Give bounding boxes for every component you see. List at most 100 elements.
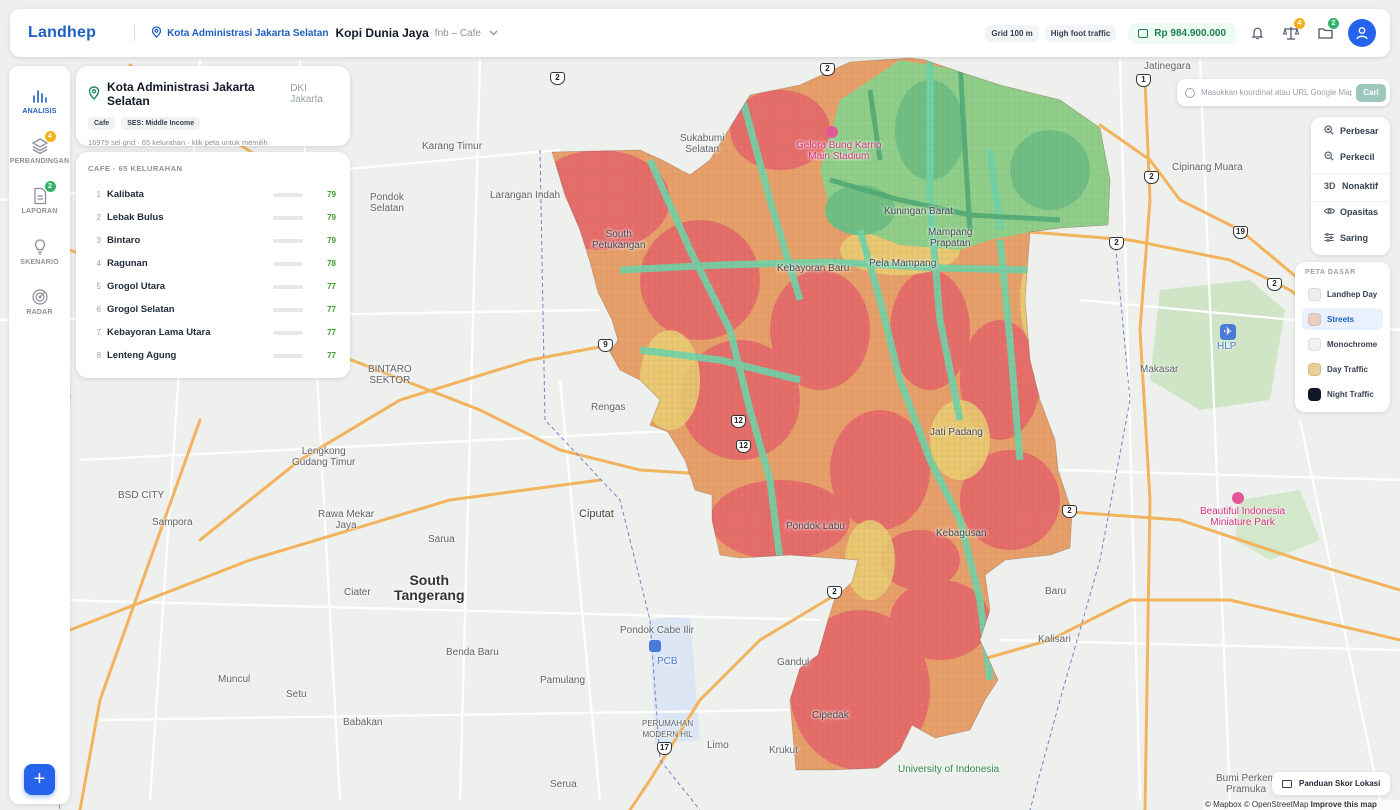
score-bar — [273, 353, 303, 358]
ranking-row[interactable]: 2 Lebak Bulus 79 — [88, 206, 338, 229]
ranking-row[interactable]: 1 Kalibata 79 — [88, 183, 338, 206]
stadium-pin-icon — [826, 126, 838, 138]
opacity-button[interactable]: Opasitas — [1311, 199, 1390, 225]
map-label: Gelora Bung Karno Main Stadium — [796, 140, 882, 162]
map-label: Beautiful Indonesia Miniature Park — [1200, 506, 1286, 528]
rail-item-label: ANALISIS — [22, 108, 57, 115]
ranking-score: 77 — [327, 351, 336, 360]
ranking-rank: 5 — [96, 282, 101, 291]
rail-item-radar[interactable]: RADAR — [9, 287, 70, 316]
coordinate-search: Cari — [1177, 79, 1390, 106]
add-button[interactable]: + — [24, 764, 55, 795]
score-bar — [273, 215, 303, 220]
road-shield: 2 — [1144, 171, 1159, 184]
ranking-score: 77 — [327, 328, 336, 337]
basemap-swatch — [1308, 387, 1321, 401]
road-shield: 2 — [820, 63, 835, 76]
basemap-option-label: Monochrome — [1327, 339, 1378, 349]
ranking-name: Kalibata — [107, 189, 144, 200]
map-label: BINTARO SEKTOR — [368, 364, 412, 386]
project-name[interactable]: Kopi Dunia Jaya — [335, 26, 428, 40]
grid-size-chip[interactable]: Grid 100 m — [985, 24, 1039, 42]
ranking-row[interactable]: 4 Ragunan 78 — [88, 252, 338, 275]
compare-badge: 4 — [1294, 18, 1305, 29]
map-label: South Tangerang — [394, 572, 465, 603]
improve-map-link[interactable]: Improve this map — [1311, 800, 1377, 809]
basemap-option[interactable]: Day Traffic — [1302, 358, 1383, 380]
user-avatar[interactable] — [1348, 19, 1376, 47]
basemap-option[interactable]: Monochrome — [1302, 333, 1383, 355]
zoom-in-button[interactable]: Perbesar — [1311, 118, 1390, 144]
ranking-score: 79 — [327, 236, 336, 245]
rail-badge: 2 — [44, 181, 56, 192]
ranking-card: CAFE · 65 KELURAHAN 1 Kalibata 79 2 Lebak Bu… — [76, 152, 350, 378]
ranking-score: 78 — [327, 259, 336, 268]
ranking-score: 79 — [327, 213, 336, 222]
3d-toggle-button[interactable]: 3D Nonaktif — [1311, 173, 1390, 199]
rail-item-perbandingan[interactable]: 4 PERBANDINGAN — [9, 131, 70, 165]
ranking-rank: 6 — [96, 305, 101, 314]
brand-logo[interactable]: Landhep — [28, 24, 96, 42]
traffic-chip[interactable]: High foot traffic — [1044, 24, 1117, 42]
basemap-option-label: Day Traffic — [1327, 364, 1368, 374]
ranking-name: Grogol Utara — [107, 281, 166, 292]
chevron-down-icon[interactable] — [489, 28, 498, 38]
rail-item-skenario[interactable]: SKENARIO — [9, 237, 70, 266]
compare-button[interactable]: 4 — [1278, 18, 1305, 46]
coordinate-search-input[interactable] — [1201, 88, 1352, 97]
folder-badge: 2 — [1328, 18, 1339, 29]
map-label: University of Indonesia — [898, 764, 1000, 775]
mapbox-attribution-link[interactable]: © Mapbox — [1205, 800, 1242, 809]
osm-attribution-link[interactable]: © OpenStreetMap — [1244, 800, 1309, 809]
zoom-out-label: Perkecil — [1340, 152, 1375, 162]
map-label: Gandul — [777, 657, 810, 668]
map-label: Ciater — [344, 587, 371, 598]
basemap-header: PETA DASAR — [1305, 269, 1356, 276]
map-label: Kebagusan — [936, 528, 987, 539]
notifications-button[interactable] — [1244, 20, 1270, 46]
score-guide-button[interactable]: Panduan Skor Lokasi — [1272, 772, 1390, 795]
ranking-row[interactable]: 5 Grogol Utara 77 — [88, 275, 338, 298]
filter-button[interactable]: Saring — [1311, 225, 1390, 251]
map-label: Benda Baru — [446, 647, 499, 658]
rail-badge: 4 — [44, 131, 56, 142]
ranking-list: 1 Kalibata 79 2 Lebak Bulus 79 3 Bintaro 79 4 Ragu… — [88, 183, 338, 367]
score-bar — [273, 192, 303, 197]
park-pin-icon — [1232, 492, 1244, 504]
rail-item-analisis[interactable]: ANALISIS — [9, 86, 70, 115]
ranking-rank: 1 — [96, 190, 101, 199]
ranking-name: Bintaro — [107, 235, 141, 246]
rail-item-label: RADAR — [26, 309, 53, 316]
folder-button[interactable]: 2 — [1312, 18, 1339, 46]
basemap-swatch — [1308, 362, 1321, 376]
basemap-option[interactable]: Streets — [1302, 308, 1383, 330]
ses-chip: SES: Middle Income — [121, 117, 201, 130]
zoom-out-button[interactable]: Perkecil — [1311, 144, 1390, 170]
balance-pill[interactable]: Rp 984.900.000 — [1128, 22, 1236, 44]
map-label: Kalisari — [1038, 634, 1071, 645]
ranking-row[interactable]: 8 Lenteng Agung 77 — [88, 344, 338, 367]
ranking-row[interactable]: 3 Bintaro 79 — [88, 229, 338, 252]
map-label: Bumi Perkem Pramuka — [1216, 773, 1277, 795]
left-rail: ANALISIS 4 PERBANDINGAN 2 LAPORAN SKENAR… — [9, 66, 70, 804]
category-chip: Cafe — [88, 117, 116, 130]
region-meta: 16979 sel grid · 65 kelurahan · klik pet… — [88, 138, 268, 147]
rail-item-laporan[interactable]: 2 LAPORAN — [9, 181, 70, 215]
location-selector[interactable]: Kota Administrasi Jakarta Selatan — [167, 28, 328, 39]
zoom-in-icon — [1324, 125, 1338, 137]
map-label: Mampang Prapatan — [928, 227, 973, 249]
document-icon: 2 — [30, 181, 56, 206]
score-bar — [273, 284, 303, 289]
score-bar — [273, 330, 303, 335]
ranking-row[interactable]: 7 Kebayoran Lama Utara 77 — [88, 321, 338, 344]
topbar-divider — [134, 25, 136, 41]
search-button[interactable]: Cari — [1356, 83, 1386, 102]
basemap-option-label: Streets — [1327, 314, 1355, 324]
ranking-row[interactable]: 6 Grogol Selatan 77 — [88, 298, 338, 321]
lightbulb-icon — [30, 237, 50, 257]
basemap-option[interactable]: Night Traffic — [1302, 383, 1383, 405]
ranking-rank: 8 — [96, 351, 101, 360]
basemap-option[interactable]: Landhep Day — [1302, 283, 1383, 305]
3d-toggle-label: Nonaktif — [1342, 181, 1378, 191]
map-label: Baru — [1045, 586, 1067, 597]
